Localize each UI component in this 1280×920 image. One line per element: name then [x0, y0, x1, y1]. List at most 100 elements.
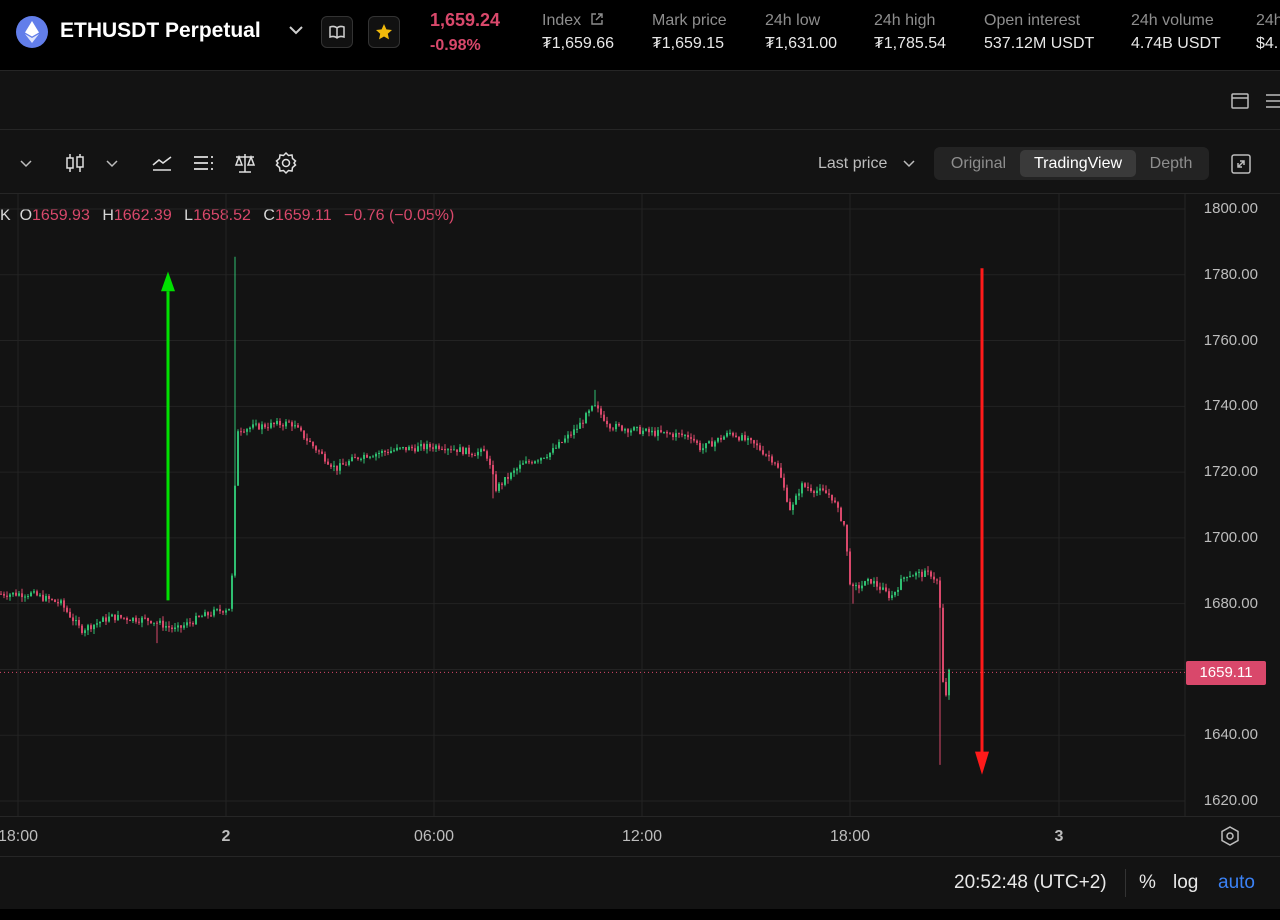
candle-body — [639, 426, 641, 434]
candle-body — [507, 477, 509, 479]
tab-depth[interactable]: Depth — [1138, 147, 1204, 180]
candle-body — [9, 594, 11, 597]
candle-body — [183, 625, 185, 628]
candle-body — [657, 430, 659, 436]
last-price: 1,659.24 — [430, 10, 501, 30]
candle-body — [933, 576, 935, 580]
indicators-icon[interactable] — [151, 153, 173, 173]
candle-body — [36, 591, 38, 596]
candle-body — [915, 572, 917, 576]
price-tick-label: 1780.00 — [1203, 265, 1258, 283]
stat-index[interactable]: Index ₮1,659.66 — [542, 12, 614, 53]
candle-body — [936, 579, 938, 581]
candle-body — [165, 626, 167, 628]
axis-settings-icon[interactable] — [1218, 824, 1242, 848]
candle-body — [777, 463, 779, 468]
log-scale-toggle[interactable]: log — [1173, 872, 1198, 894]
candle-body — [552, 448, 554, 453]
candle-body — [39, 594, 41, 596]
stat-24h-high: 24h high ₮1,785.54 — [874, 12, 946, 53]
candle-body — [462, 447, 464, 455]
candle-body — [312, 441, 314, 447]
price-chart[interactable] — [0, 194, 1280, 816]
candle-body — [282, 425, 284, 427]
external-link-icon[interactable] — [590, 12, 604, 26]
auto-scale-toggle[interactable]: auto — [1218, 872, 1255, 894]
candle-body — [792, 504, 794, 511]
candle-body — [309, 440, 311, 442]
candle-body — [708, 441, 710, 444]
current-price-label: 1659.11 — [1186, 661, 1266, 685]
fullscreen-icon[interactable] — [1230, 153, 1252, 175]
favorite-star-icon[interactable] — [368, 16, 400, 48]
candle-body — [612, 428, 614, 430]
candle-body — [930, 571, 932, 577]
candle-body — [669, 433, 671, 435]
candle-body — [903, 577, 905, 579]
candle-body — [51, 598, 53, 600]
interval-chevron-icon[interactable] — [18, 155, 34, 171]
layout-icon[interactable] — [1230, 91, 1250, 111]
candle-body — [648, 428, 650, 433]
percent-scale-toggle[interactable]: % — [1139, 872, 1156, 894]
tab-tradingview[interactable]: TradingView — [1020, 150, 1136, 177]
candle-body — [501, 483, 503, 485]
candle-body — [132, 617, 134, 622]
tab-original[interactable]: Original — [940, 147, 1017, 180]
list-settings-icon[interactable] — [192, 153, 214, 173]
candle-body — [654, 430, 656, 436]
candle-body — [816, 490, 818, 494]
candle-body — [804, 483, 806, 487]
candle-body — [135, 617, 137, 622]
candle-body — [912, 575, 914, 577]
candle-body — [570, 434, 572, 436]
candle-body — [357, 457, 359, 460]
candle-body — [339, 463, 341, 471]
candle-body — [42, 594, 44, 601]
candle-type-icon[interactable] — [64, 151, 86, 175]
candle-body — [303, 430, 305, 439]
stat-label: Open interest — [984, 12, 1081, 29]
candle-type-chevron-icon[interactable] — [104, 155, 120, 171]
gear-icon[interactable] — [274, 151, 298, 175]
scale-balance-icon[interactable] — [233, 151, 257, 175]
candle-body — [678, 433, 680, 435]
candle-body — [825, 490, 827, 494]
candle-body — [411, 446, 413, 449]
candle-body — [423, 444, 425, 450]
candle-body — [360, 458, 362, 460]
chevron-down-icon[interactable] — [286, 20, 306, 45]
candle-body — [780, 467, 782, 478]
candle-body — [516, 468, 518, 471]
stat-mark-price: Mark price ₮1,659.15 — [652, 12, 727, 53]
candle-body — [54, 599, 56, 603]
price-mode-select[interactable]: Last price — [818, 155, 887, 173]
candle-body — [927, 570, 929, 572]
candle-body — [555, 447, 557, 449]
candle-body — [300, 427, 302, 431]
candle-body — [90, 625, 92, 630]
pair-title[interactable]: ETHUSDT Perpetual — [60, 19, 261, 43]
candle-body — [18, 593, 20, 596]
price-mode-chevron-icon[interactable] — [902, 156, 916, 170]
candle-body — [729, 432, 731, 434]
candle-body — [120, 615, 122, 618]
stat-value: ₮1,631.00 — [765, 35, 838, 52]
candle-body — [840, 507, 842, 522]
candle-body — [537, 460, 539, 462]
candle-body — [615, 423, 617, 430]
candle-body — [408, 446, 410, 451]
book-icon[interactable] — [321, 16, 353, 48]
candle-body — [603, 414, 605, 421]
candle-body — [696, 440, 698, 443]
candle-body — [171, 627, 173, 630]
candle-body — [813, 491, 815, 494]
menu-icon[interactable] — [1264, 91, 1280, 111]
candle-body — [609, 424, 611, 429]
candle-body — [468, 447, 470, 454]
candle-body — [216, 609, 218, 611]
candle-body — [273, 422, 275, 425]
candle-body — [387, 451, 389, 453]
candle-body — [207, 612, 209, 616]
candle-body — [144, 617, 146, 619]
